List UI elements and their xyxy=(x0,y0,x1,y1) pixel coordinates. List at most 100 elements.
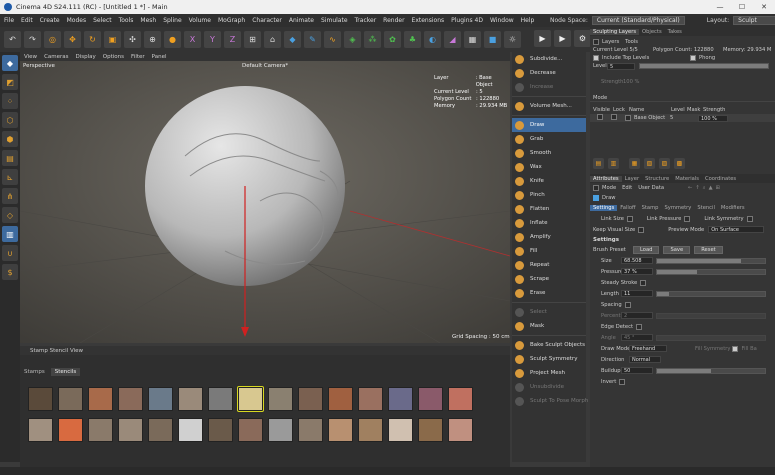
up-icon[interactable]: ↑ xyxy=(695,185,699,191)
level-slider[interactable] xyxy=(639,63,769,69)
stencil-thumbnail[interactable] xyxy=(148,387,173,411)
camera-icon[interactable]: ■ xyxy=(484,31,501,48)
level-field[interactable]: 5 xyxy=(607,62,635,70)
cube-icon[interactable]: ◆ xyxy=(284,31,301,48)
preview-mode-select[interactable]: On Surface xyxy=(708,226,765,233)
stencil-thumbnail[interactable] xyxy=(268,418,293,442)
select-icon[interactable]: ● xyxy=(164,31,181,48)
subtab-stencil[interactable]: Stencil xyxy=(694,205,718,211)
deformer-icon[interactable]: ✿ xyxy=(384,31,401,48)
viewport-menu-options[interactable]: Options xyxy=(103,54,124,60)
viewport-menu-view[interactable]: View xyxy=(24,54,37,60)
menu-modes[interactable]: Modes xyxy=(67,17,86,24)
stencil-thumbnail[interactable] xyxy=(208,387,233,411)
sculpt-tool-bake-sculpt-objects[interactable]: Bake Sculpt Objects xyxy=(512,338,586,352)
pressure-slider[interactable] xyxy=(656,268,766,275)
make-editable-icon[interactable]: ⌂ xyxy=(264,31,281,48)
menu-select[interactable]: Select xyxy=(93,17,112,24)
subdivision-icon[interactable]: ◈ xyxy=(344,31,361,48)
menu-render[interactable]: Render xyxy=(383,17,404,24)
sculpt-tool-increase[interactable]: Increase xyxy=(512,80,586,94)
angle-field[interactable]: 45 ° xyxy=(621,334,653,341)
strength-value[interactable]: 100 % xyxy=(623,79,639,85)
sculpt-tool-knife[interactable]: Knife xyxy=(512,174,586,188)
menu-tools[interactable]: Tools xyxy=(119,17,134,24)
coin-icon[interactable]: $ xyxy=(2,264,18,280)
length-field[interactable]: 11 xyxy=(621,290,653,297)
stencil-thumbnail[interactable] xyxy=(388,387,413,411)
percent-slider[interactable] xyxy=(656,312,766,319)
fill-symmetry-checkbox[interactable] xyxy=(732,345,739,352)
draw-mode-select[interactable]: Freehand xyxy=(629,345,667,352)
add-layer-icon[interactable]: ▤ xyxy=(593,157,604,169)
stencil-thumbnail[interactable] xyxy=(448,387,473,411)
viewport-menu-panel[interactable]: Panel xyxy=(152,54,167,60)
size-slider[interactable] xyxy=(656,257,766,264)
render-view-icon[interactable]: ▶ xyxy=(534,30,551,47)
layer-lock-checkbox[interactable] xyxy=(611,114,617,120)
viewport-menu-filter[interactable]: Filter xyxy=(131,54,145,60)
menu-animate[interactable]: Animate xyxy=(289,17,314,24)
percent-field[interactable]: 2 xyxy=(621,312,653,319)
menu-character[interactable]: Character xyxy=(252,17,282,24)
field-icon[interactable]: ◐ xyxy=(424,31,441,48)
attr-menu-edit[interactable]: Edit xyxy=(622,185,632,191)
viewport-menu-cameras[interactable]: Cameras xyxy=(44,54,68,60)
z-axis-icon[interactable]: Z xyxy=(224,31,241,48)
buildup-field[interactable]: 50 xyxy=(621,367,653,374)
tab-stamps[interactable]: Stamps xyxy=(20,368,49,376)
sculpt-tool-draw[interactable]: Draw xyxy=(512,118,586,132)
menu-mograph[interactable]: MoGraph xyxy=(218,17,245,24)
menu-plugins[interactable]: Plugins 4D xyxy=(451,17,483,24)
menu-spline[interactable]: Spline xyxy=(163,17,181,24)
tab-materials[interactable]: Materials xyxy=(672,176,702,182)
rotate-icon[interactable]: ↻ xyxy=(84,31,101,48)
stencil-thumbnail[interactable] xyxy=(238,418,263,442)
sculpt-tool-mask[interactable]: Mask xyxy=(512,319,586,333)
sculpt-tool-grab[interactable]: Grab xyxy=(512,132,586,146)
camera-name[interactable]: Default Camera* xyxy=(242,63,288,69)
buildup-slider[interactable] xyxy=(656,367,766,374)
render-picture-icon[interactable]: ▶ xyxy=(554,30,571,47)
subtab-layers[interactable]: Layers xyxy=(602,39,619,45)
tab-attributes[interactable]: Attributes xyxy=(590,175,622,182)
viewport[interactable]: Perspective Default Camera* Layer: Base … xyxy=(20,61,510,343)
live-select-icon[interactable]: ◎ xyxy=(44,31,61,48)
light-icon[interactable]: ☼ xyxy=(504,31,521,48)
layer-visible-checkbox[interactable] xyxy=(597,114,603,120)
new-panel-icon[interactable]: ⊞ xyxy=(716,185,720,191)
menu-create[interactable]: Create xyxy=(40,17,60,24)
sculpt-tool-volume-mesh[interactable]: Volume Mesh... xyxy=(512,99,586,113)
link-pressure-checkbox[interactable] xyxy=(684,215,691,222)
sculpt-tool-scrape[interactable]: Scrape xyxy=(512,272,586,286)
back-icon[interactable]: ← xyxy=(688,185,692,191)
direction-select[interactable]: Normal xyxy=(629,356,661,363)
menu-edit[interactable]: Edit xyxy=(21,17,33,24)
axis-mode-icon[interactable]: ⊾ xyxy=(2,169,18,185)
edge-detect-checkbox[interactable] xyxy=(636,323,643,330)
sculpt-tool-repeat[interactable]: Repeat xyxy=(512,258,586,272)
sculpt-tool-subdivide[interactable]: Subdivide... xyxy=(512,52,586,66)
stencil-thumbnail[interactable] xyxy=(208,418,233,442)
viewport-menu-display[interactable]: Display xyxy=(76,54,96,60)
edges-mode-icon[interactable]: ⬡ xyxy=(2,112,18,128)
polygons-mode-icon[interactable]: ⬢ xyxy=(2,131,18,147)
stencil-thumbnail[interactable] xyxy=(298,387,323,411)
stencil-thumbnail[interactable] xyxy=(328,387,353,411)
invert-checkbox[interactable] xyxy=(619,378,626,385)
layout-select[interactable]: Sculpt xyxy=(733,16,775,25)
points-mode-icon[interactable]: ⁘ xyxy=(2,93,18,109)
steady-stroke-checkbox[interactable] xyxy=(640,279,647,286)
transform-icon[interactable]: ✣ xyxy=(124,31,141,48)
include-top-checkbox[interactable] xyxy=(593,55,599,61)
menu-window[interactable]: Window xyxy=(490,17,514,24)
tab-layer[interactable]: Layer xyxy=(622,176,642,182)
stencil-thumbnail[interactable] xyxy=(88,387,113,411)
layer-row[interactable]: Base Object 5 100 % xyxy=(590,114,775,122)
stencil-thumbnail[interactable] xyxy=(358,387,383,411)
redo-icon[interactable]: ↷ xyxy=(24,31,41,48)
sculpt-tool-pinch[interactable]: Pinch xyxy=(512,188,586,202)
spacing-checkbox[interactable] xyxy=(624,301,631,308)
size-field[interactable]: 68.508 xyxy=(621,257,653,264)
sculpt-tool-sculpt-symmetry[interactable]: Sculpt Symmetry xyxy=(512,352,586,366)
